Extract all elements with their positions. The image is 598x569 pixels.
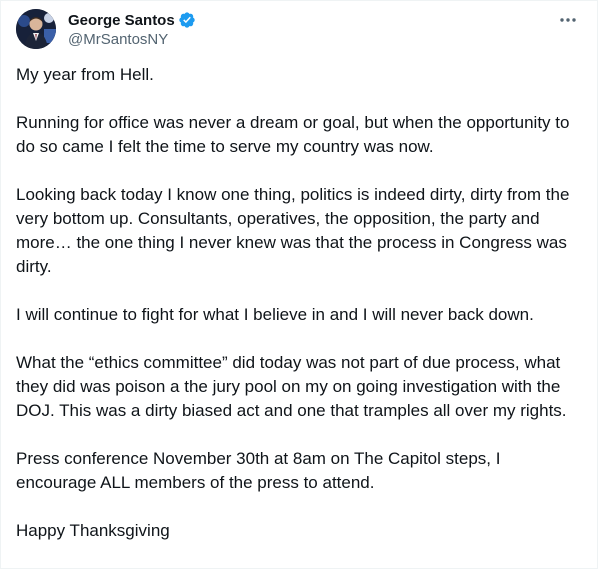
- author-names: George Santos @MrSantosNY: [68, 10, 196, 48]
- tweet-paragraph: My year from Hell.: [16, 65, 154, 84]
- tweet-header: George Santos @MrSantosNY: [16, 8, 585, 52]
- name-row: George Santos: [68, 10, 196, 30]
- tweet-paragraph: What the “ethics committee” did today wa…: [16, 353, 567, 420]
- tweet-paragraph: Happy Thanksgiving: [16, 521, 170, 540]
- tweet-text: My year from Hell. Running for office wa…: [16, 63, 584, 543]
- author-display-name[interactable]: George Santos: [68, 12, 175, 29]
- avatar-image: [16, 9, 56, 49]
- tweet-paragraph: Running for office was never a dream or …: [16, 113, 570, 156]
- tweet-paragraph: I will continue to fight for what I beli…: [16, 305, 534, 324]
- more-options-icon[interactable]: [557, 12, 579, 28]
- avatar[interactable]: [16, 9, 56, 49]
- tweet-paragraph: Press conference November 30th at 8am on…: [16, 449, 501, 492]
- author-handle[interactable]: @MrSantosNY: [68, 31, 196, 48]
- tweet-paragraph: Looking back today I know one thing, pol…: [16, 185, 570, 276]
- verified-badge-icon: [178, 11, 196, 29]
- tweet-card: George Santos @MrSantosNY My year from H…: [0, 0, 598, 569]
